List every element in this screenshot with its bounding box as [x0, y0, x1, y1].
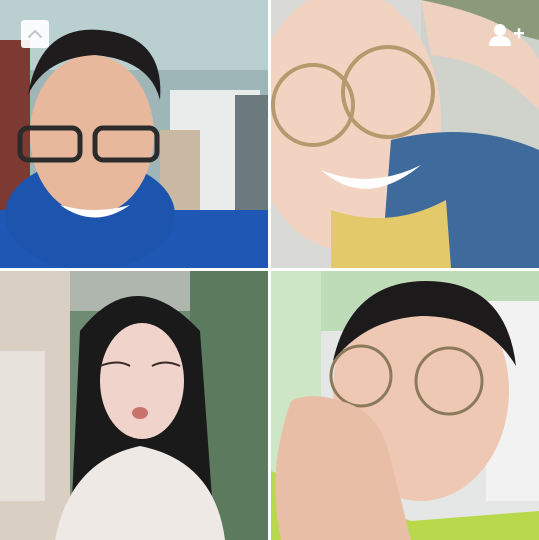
participant-video-feed [0, 271, 268, 540]
participant-video-feed [271, 271, 539, 540]
video-call-grid [0, 0, 539, 540]
collapse-button[interactable] [21, 20, 49, 48]
add-user-icon [489, 24, 524, 46]
chevron-up-icon [27, 29, 43, 39]
add-participant-button[interactable] [487, 22, 525, 48]
participant-video-tile-2[interactable] [271, 0, 539, 268]
participant-video-tile-1[interactable] [0, 0, 268, 268]
participant-video-tile-4[interactable] [271, 271, 539, 540]
participant-video-tile-3[interactable] [0, 271, 268, 540]
